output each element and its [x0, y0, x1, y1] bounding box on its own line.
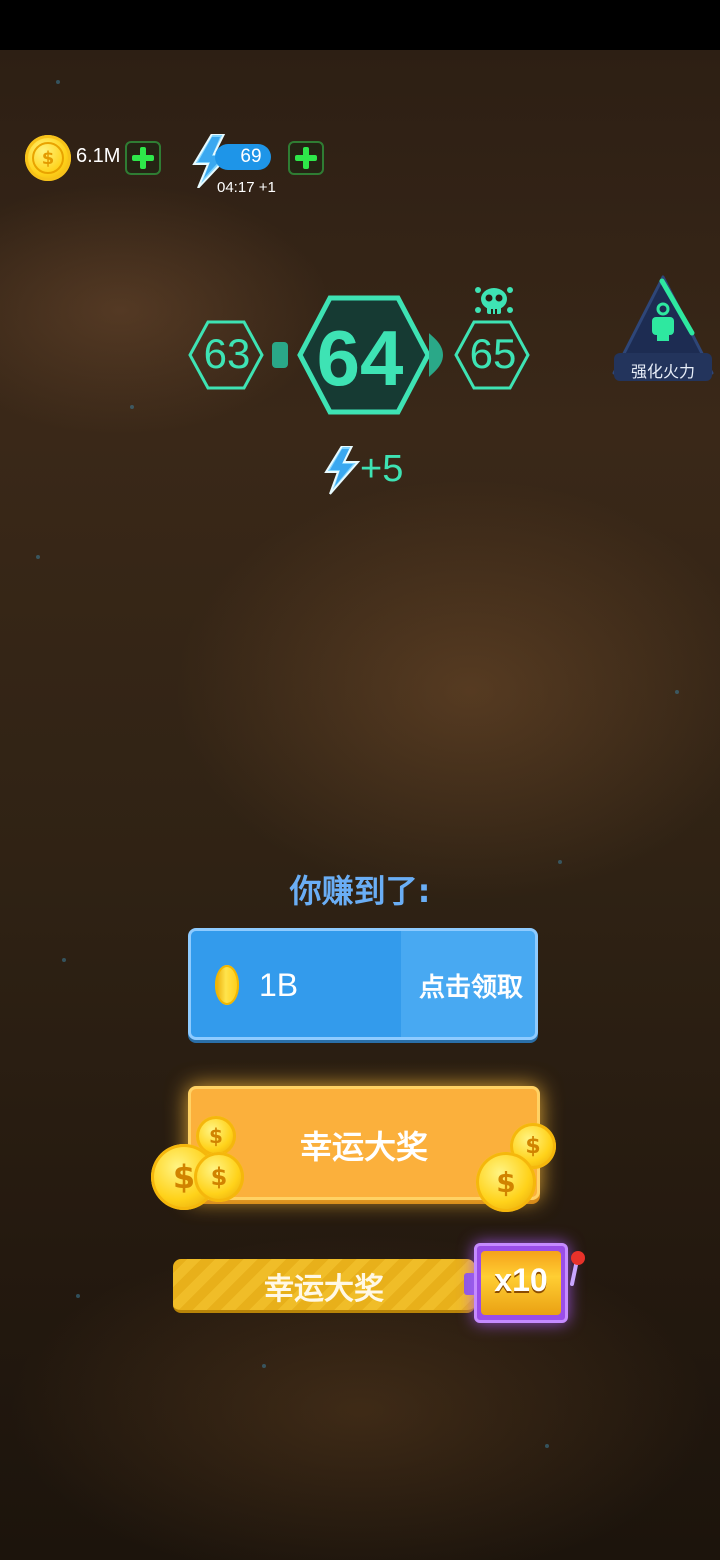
level-next: 65: [469, 330, 517, 377]
star-particle: [262, 1364, 266, 1368]
energy-reward: +5: [360, 448, 404, 490]
star-particle: [558, 860, 562, 864]
star-particle: [36, 555, 40, 559]
star-particle: [130, 405, 134, 409]
add-coins-button[interactable]: [125, 141, 161, 175]
claim-amount: 1B: [259, 967, 299, 1003]
coin-icon: $: [25, 135, 71, 181]
claim-label: 点击领取: [418, 973, 523, 1003]
slot-multiplier: x10: [494, 1262, 548, 1298]
star-particle: [56, 80, 60, 84]
claim-button[interactable]: 1B 点击领取: [188, 928, 538, 1040]
lucky-x10-label: 幸运大奖: [264, 1272, 384, 1307]
level-connector-left: [272, 342, 288, 368]
star-particle: [76, 1294, 80, 1298]
star-particle: [62, 958, 66, 962]
coin-icon: $: [194, 1152, 244, 1202]
star-particle: [545, 1444, 549, 1448]
add-energy-button[interactable]: [288, 141, 324, 175]
level-previous: 63: [203, 330, 251, 377]
level-current: 64: [316, 314, 404, 402]
star-particle: [675, 690, 679, 694]
level-connector-right: [429, 333, 443, 377]
coin-balance: 6.1M: [76, 145, 121, 167]
skull-icon: [475, 287, 513, 314]
coin-icon: $: [476, 1152, 536, 1212]
slot-lever-icon: [570, 1251, 585, 1286]
coin-icon: [215, 965, 239, 1005]
earned-title: 你赚到了:: [289, 872, 431, 910]
status-bar: [0, 0, 720, 50]
energy-count: 69: [215, 144, 271, 170]
energy-timer: 04:17 +1: [217, 179, 276, 196]
boost-firepower-label: 强化火力: [630, 362, 695, 381]
